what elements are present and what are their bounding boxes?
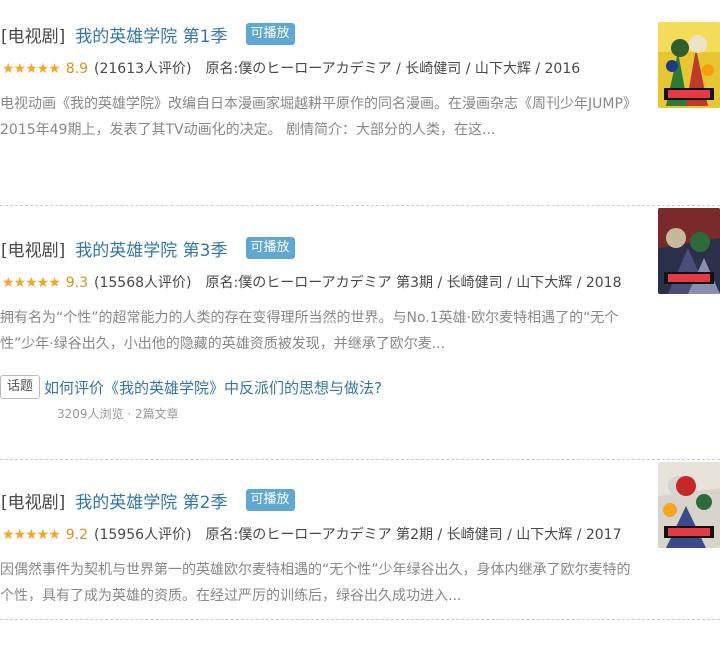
result-item: [电视剧] 我的英雄学院 第1季 可播放 ★★★★★ 8.9 (21613人评价) 原… xyxy=(0,0,720,200)
topic-tag[interactable]: 话题 xyxy=(0,375,41,399)
topic-stats: 3209人浏览 · 2篇文章 xyxy=(57,407,179,421)
title-link[interactable]: 我的英雄学院 第1季 xyxy=(75,22,227,47)
description: 因偶然事件为契机与世界第一的英雄欧尔麦特相遇的“无个性”少年绿谷出久，身体内继承… xyxy=(0,562,631,604)
rating-score: 8.9 xyxy=(65,61,89,77)
poster-image[interactable] xyxy=(658,208,720,294)
category-label: [电视剧] xyxy=(1,26,66,47)
topic-row: 话题 如何评价《我的英雄学院》中反派们的思想与做法? xyxy=(0,375,720,399)
category-label: [电视剧] xyxy=(1,492,66,513)
title-link[interactable]: 我的英雄学院 第2季 xyxy=(75,488,227,513)
poster-image[interactable] xyxy=(658,22,720,108)
rating-count: (15956人评价) xyxy=(94,527,192,543)
playable-badge[interactable]: 可播放 xyxy=(245,23,295,45)
title-row: [电视剧] 我的英雄学院 第3季 可播放 xyxy=(1,234,720,262)
rating-score: 9.3 xyxy=(65,275,89,291)
topic-link[interactable]: 如何评价《我的英雄学院》中反派们的思想与做法? xyxy=(44,377,382,398)
result-item: [电视剧] 我的英雄学院 第2季 可播放 ★★★★★ 9.2 (15956人评价) 原… xyxy=(0,459,720,619)
rating-count: (15568人评价) xyxy=(94,275,192,291)
result-item: [电视剧] 我的英雄学院 第3季 可播放 ★★★★★ 9.3 (15568人评价) 原… xyxy=(0,205,720,459)
rating-stars-icon: ★★★★★ xyxy=(2,527,61,543)
title-link[interactable]: 我的英雄学院 第3季 xyxy=(75,236,227,261)
divider xyxy=(0,619,720,620)
description: 拥有名为“个性”的超常能力的人类的存在变得理所当然的世界。与No.1英雄·欧尔麦… xyxy=(0,310,619,352)
meta-line: ★★★★★ 8.9 (21613人评价) 原名:僕のヒーローアカデミア / 长崎健司 … xyxy=(0,56,640,83)
rating-stars-icon: ★★★★★ xyxy=(2,275,61,291)
category-label: [电视剧] xyxy=(1,240,66,261)
rating-score: 9.2 xyxy=(65,527,89,543)
original-info: 原名:僕のヒーローアカデミア 第2期 / 长崎健司 / 山下大辉 / 2017 xyxy=(205,527,622,543)
original-info: 原名:僕のヒーローアカデミア / 长崎健司 / 山下大辉 / 2016 xyxy=(205,61,581,77)
rating-count: (21613人评价) xyxy=(94,61,192,77)
title-row: [电视剧] 我的英雄学院 第1季 可播放 xyxy=(1,20,720,48)
meta-line: ★★★★★ 9.2 (15956人评价) 原名:僕のヒーローアカデミア 第2期 / 长… xyxy=(0,522,640,549)
original-info: 原名:僕のヒーローアカデミア 第3期 / 长崎健司 / 山下大辉 / 2018 xyxy=(205,275,622,291)
playable-badge[interactable]: 可播放 xyxy=(245,237,295,259)
description: 电视动画《我的英雄学院》改编自日本漫画家堀越耕平原作的同名漫画。在漫画杂志《周刊… xyxy=(0,96,637,138)
meta-line: ★★★★★ 9.3 (15568人评价) 原名:僕のヒーローアカデミア 第3期 / 长… xyxy=(0,270,640,297)
poster-image[interactable] xyxy=(658,462,720,548)
rating-stars-icon: ★★★★★ xyxy=(2,61,61,77)
playable-badge[interactable]: 可播放 xyxy=(245,489,295,511)
title-row: [电视剧] 我的英雄学院 第2季 可播放 xyxy=(1,486,720,514)
